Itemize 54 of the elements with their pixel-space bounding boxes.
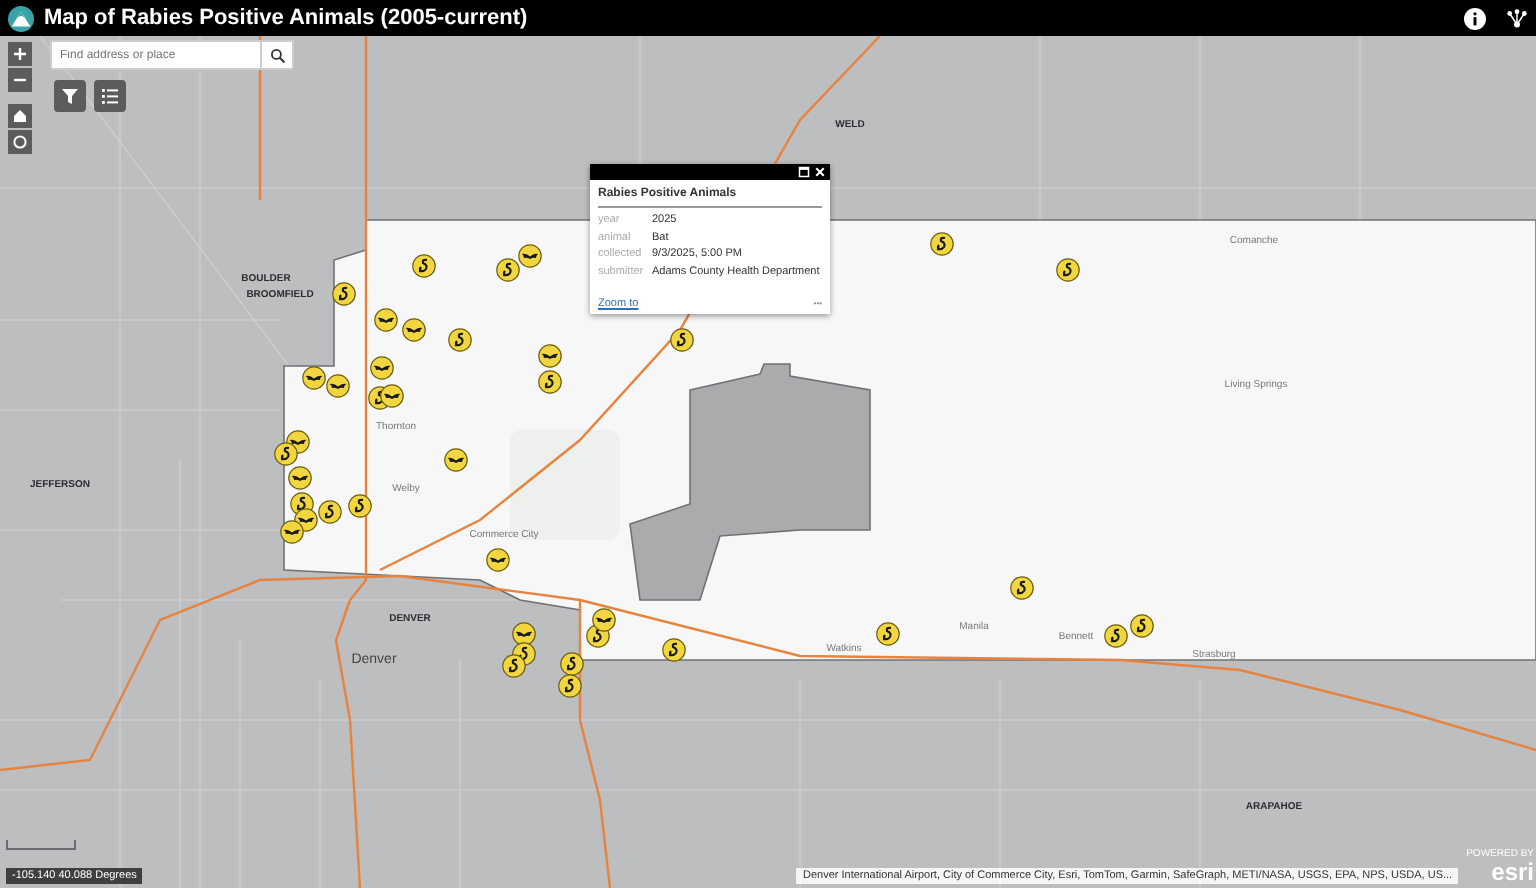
legend-list-button[interactable] xyxy=(94,80,126,112)
bat-marker[interactable] xyxy=(402,318,426,342)
bat-marker[interactable] xyxy=(380,384,404,408)
bat-marker[interactable] xyxy=(370,356,394,380)
animal-marker[interactable] xyxy=(274,442,298,466)
animal-marker[interactable] xyxy=(662,638,686,662)
plus-icon xyxy=(12,46,28,62)
animal-marker[interactable] xyxy=(560,652,584,676)
animal-marker[interactable] xyxy=(348,494,372,518)
filter-button[interactable] xyxy=(54,80,86,112)
bat-marker[interactable] xyxy=(538,344,562,368)
info-icon[interactable] xyxy=(1464,7,1486,29)
bat-marker[interactable] xyxy=(444,448,468,472)
home-button[interactable] xyxy=(8,104,32,128)
search-button[interactable] xyxy=(262,40,294,70)
bat-marker[interactable] xyxy=(374,308,398,332)
animal-marker[interactable] xyxy=(558,674,582,698)
bat-marker[interactable] xyxy=(288,466,312,490)
animal-marker[interactable] xyxy=(1130,614,1154,638)
close-icon[interactable] xyxy=(814,166,826,178)
animal-marker[interactable] xyxy=(496,258,520,282)
bat-marker[interactable] xyxy=(592,608,616,632)
animal-marker[interactable] xyxy=(876,622,900,646)
app-title: Map of Rabies Positive Animals (2005-current) xyxy=(44,6,528,30)
maximize-icon[interactable] xyxy=(798,166,810,178)
animal-marker[interactable] xyxy=(538,370,562,394)
zoom-in-button[interactable] xyxy=(8,42,32,66)
bat-marker[interactable] xyxy=(512,622,536,646)
animal-marker[interactable] xyxy=(670,328,694,352)
mountain-logo-icon xyxy=(8,5,34,31)
home-icon xyxy=(12,108,28,124)
filter-icon xyxy=(60,86,80,106)
animal-marker[interactable] xyxy=(448,328,472,352)
bat-marker[interactable] xyxy=(326,374,350,398)
bat-marker[interactable] xyxy=(486,548,510,572)
locate-button[interactable] xyxy=(8,130,32,154)
animal-marker[interactable] xyxy=(318,500,342,524)
locate-icon xyxy=(12,134,28,150)
animal-marker[interactable] xyxy=(1056,258,1080,282)
animal-marker[interactable] xyxy=(1104,624,1128,648)
bat-marker[interactable] xyxy=(280,520,304,544)
search-icon xyxy=(269,47,285,63)
scale-bar-icon xyxy=(6,840,76,850)
zoom-out-button[interactable] xyxy=(8,68,32,92)
animal-marker[interactable] xyxy=(930,232,954,256)
animal-marker[interactable] xyxy=(1010,576,1034,600)
animal-marker[interactable] xyxy=(332,282,356,306)
bat-marker[interactable] xyxy=(302,366,326,390)
animal-marker[interactable] xyxy=(412,254,436,278)
network-icon[interactable] xyxy=(1506,7,1528,29)
esri-logo: esri xyxy=(1491,860,1534,884)
bat-marker[interactable] xyxy=(518,244,542,268)
animal-marker[interactable] xyxy=(502,654,526,678)
list-icon xyxy=(100,86,120,106)
